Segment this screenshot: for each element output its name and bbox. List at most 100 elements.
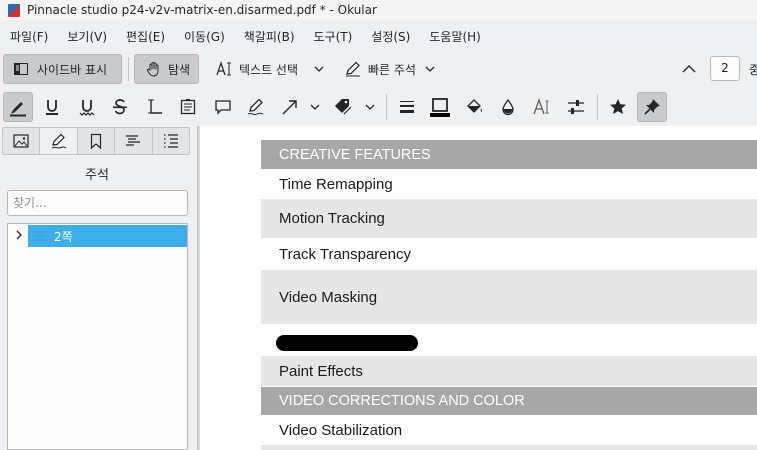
menu-help[interactable]: 도움말(H)	[429, 28, 481, 45]
list-icon	[163, 134, 178, 148]
text-select-button[interactable]: 텍스트 선택	[213, 54, 333, 84]
text-cursor-icon	[216, 61, 231, 76]
star-icon	[610, 99, 626, 114]
highlighter-icon	[10, 102, 26, 117]
bookmark-icon	[90, 133, 102, 150]
hand-icon	[146, 62, 159, 77]
strikethrough-icon	[113, 99, 127, 115]
underline-tool[interactable]	[37, 92, 67, 122]
toolbar-separator	[386, 94, 387, 120]
note-icon	[180, 99, 196, 115]
table-row: Motion Tracking	[261, 199, 757, 238]
annotation-search-input[interactable]: 찾기...	[7, 190, 188, 216]
squiggly-tool[interactable]	[72, 92, 102, 122]
chevron-down-icon[interactable]	[313, 63, 325, 75]
freehand-tool[interactable]	[241, 92, 271, 122]
previous-page-button[interactable]	[678, 54, 700, 84]
tab-contents[interactable]	[115, 128, 153, 154]
line-width-tool[interactable]	[392, 92, 422, 122]
arrow-tool[interactable]	[275, 92, 305, 122]
tree-item-label: 2쪽	[54, 229, 73, 244]
table-of-contents-icon	[126, 135, 141, 146]
stroke-color-tool[interactable]	[425, 92, 455, 122]
sidebar-title: 주석	[85, 168, 109, 183]
menu-bar: 파일(F) 보기(V) 편집(E) 이동(G) 책갈피(B) 도구(T) 설정(…	[0, 24, 500, 48]
chevron-up-icon	[682, 65, 696, 73]
tab-thumbnails[interactable]	[3, 128, 41, 154]
popup-note-tool[interactable]	[208, 92, 238, 122]
menu-edit[interactable]: 편집(E)	[126, 28, 165, 45]
annotation-tree: 2쪽	[7, 223, 188, 450]
stamp-tool[interactable]	[328, 92, 358, 122]
table-row: Paint Effects	[261, 356, 757, 386]
section-header-video-corrections: VIDEO CORRECTIONS AND COLOR	[261, 387, 757, 415]
menu-file[interactable]: 파일(F)	[10, 28, 48, 45]
speech-bubble-icon	[215, 100, 231, 115]
chevron-right-icon[interactable]	[13, 229, 25, 241]
highlighter-tool[interactable]	[3, 92, 33, 122]
show-sidebar-label: 사이드바 표시	[37, 62, 108, 77]
text-select-label: 텍스트 선택	[239, 62, 299, 77]
opacity-tool[interactable]	[493, 92, 523, 122]
favorite-tool[interactable]	[603, 92, 633, 122]
tab-annotations[interactable]	[40, 128, 78, 154]
tree-item-page-2[interactable]: 2쪽	[28, 225, 187, 247]
inline-note-tool[interactable]	[173, 92, 203, 122]
annotation-list-icon	[35, 231, 46, 241]
menu-bookmarks[interactable]: 책갈피(B)	[244, 28, 295, 45]
menu-go[interactable]: 이동(G)	[184, 28, 225, 45]
table-row: Video Stabilization	[279, 421, 403, 439]
browse-tool-label: 탐색	[168, 62, 191, 77]
sidebar-tabs	[2, 127, 190, 155]
pen-icon	[346, 61, 360, 77]
table-row: Video Masking	[261, 270, 757, 324]
chevron-down-icon	[365, 104, 375, 110]
okular-app-icon	[8, 3, 20, 17]
line-width-icon	[400, 101, 414, 113]
sidebar-panel: 주석 찾기... 2쪽	[0, 126, 197, 450]
page-count-label: 중	[749, 63, 757, 77]
browse-tool-button[interactable]: 탐색	[134, 54, 199, 84]
tab-bookmarks[interactable]	[78, 128, 116, 154]
section-header-creative: CREATIVE FEATURES	[261, 140, 757, 169]
title-bar: Pinnacle studio p24-v2v-matrix-en.disarm…	[0, 0, 757, 20]
text-line-icon	[148, 99, 162, 114]
table-row: Track Transparency	[279, 245, 411, 263]
arrow-icon	[282, 100, 297, 115]
chevron-down-icon	[310, 104, 320, 110]
droplet-icon	[502, 98, 514, 116]
page-number-input[interactable]: 2	[710, 56, 740, 81]
paint-bucket-icon	[467, 99, 483, 113]
show-sidebar-button[interactable]: 사이드바 표시	[3, 54, 122, 84]
table-row-partial	[261, 445, 757, 450]
menu-tools[interactable]: 도구(T)	[314, 28, 353, 45]
stamp-icon	[335, 99, 352, 115]
toolbar-separator	[597, 94, 598, 120]
tab-layers[interactable]	[153, 128, 189, 154]
document-view[interactable]: CREATIVE FEATURES Time Remapping Motion …	[200, 126, 757, 450]
font-tool[interactable]	[527, 92, 557, 122]
menu-settings[interactable]: 설정(S)	[371, 28, 410, 45]
stamp-options-dropdown[interactable]	[360, 92, 380, 122]
fill-color-tool[interactable]	[460, 92, 490, 122]
typewriter-tool[interactable]	[140, 92, 170, 122]
image-icon	[13, 134, 29, 148]
border-color-icon	[430, 98, 450, 117]
sliders-icon	[568, 100, 584, 114]
redaction-bar	[276, 335, 418, 351]
window-title: Pinnacle studio p24-v2v-matrix-en.disarm…	[27, 3, 377, 17]
pin-icon	[644, 99, 660, 115]
menu-view[interactable]: 보기(V)	[67, 28, 107, 45]
quick-annotations-button[interactable]: 빠른 주석	[342, 54, 447, 84]
pin-toolbar-button[interactable]	[637, 92, 667, 122]
table-row: Time Remapping	[279, 175, 393, 193]
sidebar-icon	[14, 63, 28, 75]
chevron-down-icon[interactable]	[424, 63, 436, 75]
annotation-settings-tool[interactable]	[561, 92, 591, 122]
font-icon	[533, 98, 549, 115]
annotation-toolbar	[0, 90, 757, 124]
arrow-options-dropdown[interactable]	[305, 92, 325, 122]
strikeout-tool[interactable]	[105, 92, 135, 122]
pen-icon	[51, 133, 66, 149]
underline-icon	[46, 100, 58, 115]
